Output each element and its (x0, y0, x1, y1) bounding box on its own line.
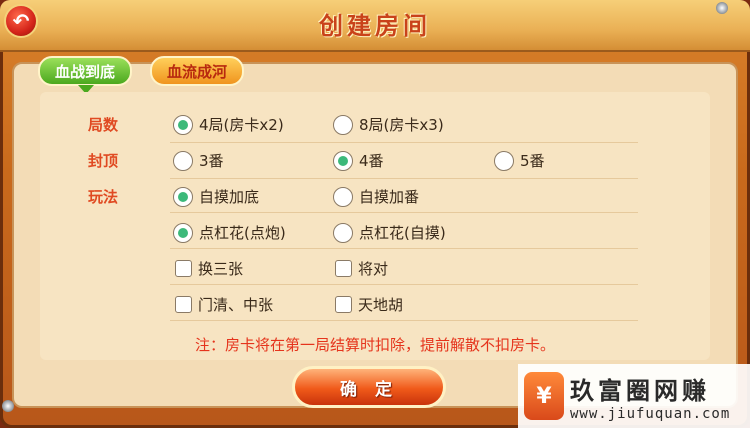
cap-option-4[interactable]: 4番 (333, 150, 384, 171)
radio-unselected-icon[interactable] (173, 150, 193, 171)
row-divider (170, 320, 638, 321)
radio-unselected-icon[interactable] (494, 150, 514, 171)
rule-kong-flower-self[interactable]: 点杠花(自摸) (333, 222, 446, 243)
option-label: 将对 (358, 260, 389, 278)
rule-concealed-middle[interactable]: 门清、中张 (175, 294, 273, 315)
rule-kong-flower-discard[interactable]: 点杠花(点炮) (173, 222, 286, 243)
dialog-title: 创建房间 (319, 11, 431, 40)
option-label: 换三张 (198, 260, 244, 278)
rule-heaven-earth[interactable]: 天地胡 (335, 294, 403, 315)
row-divider (170, 178, 638, 179)
rounds-option-8[interactable]: 8局(房卡x3) (333, 114, 444, 135)
radio-unselected-icon[interactable] (333, 114, 353, 135)
rule-swap-three[interactable]: 换三张 (175, 258, 243, 279)
rules-label: 玩法 (88, 188, 119, 206)
option-label: 5番 (520, 152, 545, 170)
rounds-label: 局数 (88, 116, 119, 134)
option-label: 3番 (199, 152, 224, 170)
option-label: 自摸加番 (359, 188, 420, 206)
radio-selected-icon[interactable] (173, 186, 193, 207)
rule-pairs[interactable]: 将对 (335, 258, 388, 279)
radio-unselected-icon[interactable] (333, 222, 353, 243)
watermark-url: www.jiufuquan.com (570, 405, 731, 422)
option-label: 4局(房卡x2) (199, 116, 284, 134)
radio-unselected-icon[interactable] (333, 186, 353, 207)
row-divider (170, 212, 638, 213)
row-divider (170, 142, 638, 143)
option-label: 4番 (359, 152, 384, 170)
rule-self-draw-fan[interactable]: 自摸加番 (333, 186, 419, 207)
row-divider (170, 248, 638, 249)
tab-xueliu[interactable]: 血流成河 (150, 56, 244, 86)
rule-self-draw-base[interactable]: 自摸加底 (173, 186, 259, 207)
option-label: 点杠花(点炮) (199, 224, 286, 242)
option-label: 天地胡 (358, 296, 404, 314)
cap-option-3[interactable]: 3番 (173, 150, 224, 171)
confirm-button[interactable]: 确 定 (292, 366, 446, 408)
checkbox-icon[interactable] (175, 296, 192, 313)
cap-option-5[interactable]: 5番 (494, 150, 545, 171)
checkbox-icon[interactable] (335, 296, 352, 313)
watermark-name: 玖富圈网赚 (570, 375, 710, 405)
cap-label: 封顶 (88, 152, 119, 170)
radio-selected-icon[interactable] (173, 114, 193, 135)
row-divider (170, 284, 638, 285)
option-label: 自摸加底 (199, 188, 260, 206)
room-card-note: 注：房卡将在第一局结算时扣除，提前解散不扣房卡。 (194, 336, 555, 354)
watermark: ¥ 玖富圈网赚 www.jiufuquan.com (518, 364, 750, 428)
rounds-option-4[interactable]: 4局(房卡x2) (173, 114, 284, 135)
option-label: 8局(房卡x3) (359, 116, 444, 134)
checkbox-icon[interactable] (335, 260, 352, 277)
option-label: 点杠花(自摸) (359, 224, 446, 242)
checkbox-icon[interactable] (175, 260, 192, 277)
radio-selected-icon[interactable] (173, 222, 193, 243)
watermark-logo-icon: ¥ (524, 372, 564, 420)
tab-xuezhan[interactable]: 血战到底 (38, 56, 132, 94)
option-label: 门清、中张 (198, 296, 274, 314)
radio-selected-icon[interactable] (333, 150, 353, 171)
